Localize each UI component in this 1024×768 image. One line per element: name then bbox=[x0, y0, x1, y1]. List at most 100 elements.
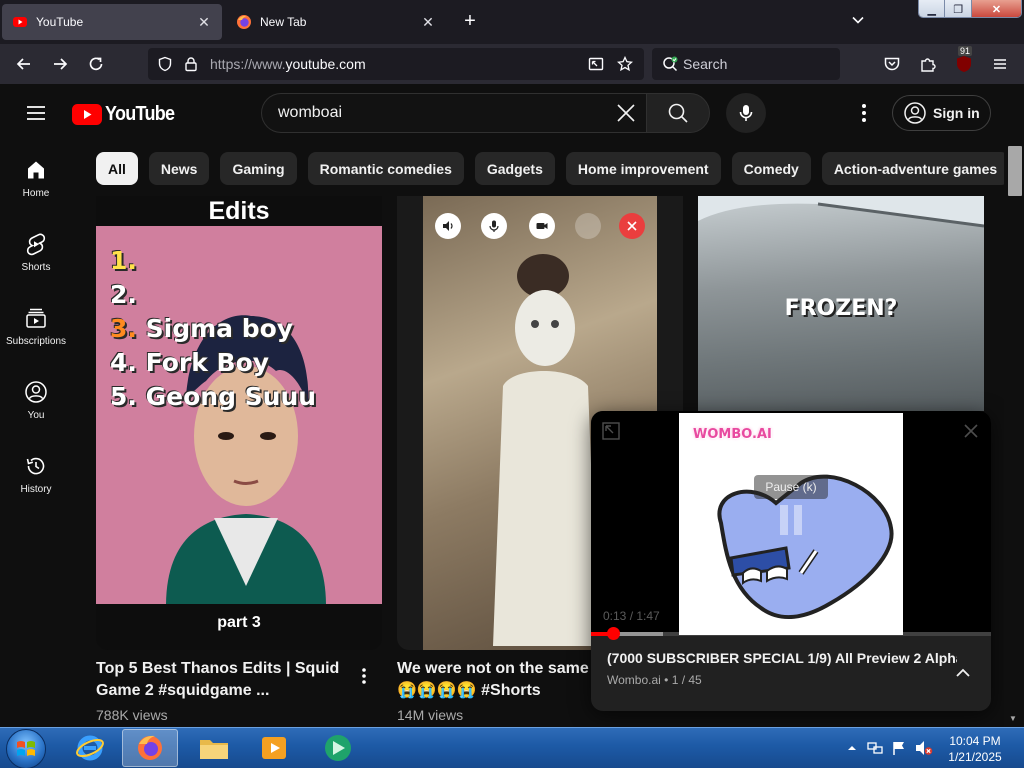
chip-action-adventure-games[interactable]: Action-adventure games bbox=[821, 152, 1010, 185]
window-restore-icon[interactable]: ❐ bbox=[945, 0, 972, 17]
window-minimize-icon[interactable]: ▁ bbox=[919, 0, 946, 17]
close-miniplayer-icon[interactable] bbox=[961, 421, 981, 441]
sidebar-item-label: History bbox=[20, 484, 52, 495]
taskbar-internet-explorer[interactable] bbox=[62, 729, 118, 767]
thumbnail-heading: Edits bbox=[208, 197, 270, 225]
new-tab-plus-icon[interactable]: + bbox=[458, 10, 482, 34]
media-player-icon bbox=[262, 737, 286, 759]
tab-new-tab[interactable]: New Tab ✕ bbox=[226, 4, 446, 40]
tracking-protection-shield-icon[interactable] bbox=[157, 56, 173, 72]
camera-icon bbox=[529, 213, 555, 239]
account-circle-icon bbox=[904, 102, 926, 124]
address-bar[interactable]: https://www.youtube.com bbox=[148, 48, 644, 80]
end-call-icon bbox=[619, 213, 645, 239]
chip-all[interactable]: All bbox=[96, 152, 138, 185]
pocket-icon[interactable] bbox=[880, 52, 904, 76]
video-title[interactable]: Top 5 Best Thanos Edits | Squid Game 2 #… bbox=[96, 658, 346, 702]
guide-mini-sidebar: Home Shorts Subscriptions You History bbox=[0, 142, 72, 512]
chip-gaming[interactable]: Gaming bbox=[220, 152, 297, 185]
window-close-icon[interactable]: ✕ bbox=[971, 0, 1021, 17]
guide-menu-icon[interactable] bbox=[24, 101, 48, 125]
network-icon[interactable] bbox=[867, 740, 883, 756]
more-actions-icon[interactable] bbox=[354, 666, 374, 686]
search-icon bbox=[668, 103, 688, 123]
call-microphone-icon bbox=[481, 213, 507, 239]
miniplayer-channel-line: Wombo.ai • 1 / 45 bbox=[607, 673, 702, 687]
youtube-search-button[interactable] bbox=[646, 93, 710, 133]
list-all-tabs-chevron-icon[interactable] bbox=[846, 10, 870, 34]
ranking-list: 1. 2. 3. Sigma boy 4. Fork Boy 5. Geong … bbox=[110, 246, 317, 411]
sign-in-button[interactable]: Sign in bbox=[892, 95, 991, 131]
sidebar-item-label: Subscriptions bbox=[5, 336, 67, 347]
taskbar-media-player[interactable] bbox=[246, 729, 302, 767]
chip-gadgets[interactable]: Gadgets bbox=[474, 152, 555, 185]
bookmark-star-icon[interactable] bbox=[617, 56, 633, 72]
chip-news[interactable]: News bbox=[148, 152, 210, 185]
search-engine-google-icon bbox=[663, 56, 678, 72]
settings-more-vert-icon[interactable] bbox=[852, 101, 876, 125]
sidebar-item-label: Shorts bbox=[21, 262, 51, 273]
tab-youtube[interactable]: YouTube ✕ bbox=[2, 4, 222, 40]
chip-romantic-comedies[interactable]: Romantic comedies bbox=[307, 152, 464, 185]
home-icon bbox=[28, 161, 44, 179]
youtube-logo[interactable]: YouTube bbox=[72, 102, 182, 126]
clear-search-x-icon[interactable] bbox=[614, 101, 638, 125]
extension-badge: 91 bbox=[958, 46, 973, 56]
sidebar-item-label: Home bbox=[22, 188, 50, 199]
app-menu-hamburger-icon[interactable] bbox=[988, 52, 1012, 76]
pause-icon[interactable] bbox=[776, 503, 806, 537]
browser-search-box[interactable]: Search bbox=[652, 48, 840, 80]
shorts-icon bbox=[26, 233, 46, 256]
taskbar-file-explorer[interactable] bbox=[186, 729, 242, 767]
sidebar-item-history[interactable]: History bbox=[0, 438, 72, 512]
sidebar-item-shorts[interactable]: Shorts bbox=[0, 216, 72, 290]
forward-arrow-icon[interactable] bbox=[48, 52, 72, 76]
close-tab-icon[interactable]: ✕ bbox=[420, 14, 436, 31]
chip-comedy[interactable]: Comedy bbox=[731, 152, 811, 185]
scroll-down-arrow-icon[interactable]: ▼ bbox=[1009, 714, 1017, 723]
video-frame: WOMBO.AI Pause (k) bbox=[679, 413, 903, 635]
miniplayer-title[interactable]: (7000 SUBSCRIBER SPECIAL 1/9) All Previe… bbox=[607, 650, 957, 666]
youtube-search-input[interactable] bbox=[278, 102, 608, 124]
reload-icon[interactable] bbox=[84, 52, 108, 76]
sidebar-item-you[interactable]: You bbox=[0, 364, 72, 438]
firefox-icon bbox=[138, 735, 162, 760]
tab-title: YouTube bbox=[36, 15, 84, 29]
green-app-icon bbox=[325, 735, 351, 761]
start-button[interactable] bbox=[6, 729, 46, 768]
miniplayer-video[interactable]: WOMBO.AI Pause (k) 0:13 / 1:47 bbox=[591, 411, 991, 636]
progress-bar[interactable] bbox=[591, 627, 991, 640]
lock-icon[interactable] bbox=[183, 56, 199, 72]
extensions-puzzle-icon[interactable] bbox=[916, 52, 940, 76]
page-scrollbar[interactable]: ▼ bbox=[1004, 142, 1024, 727]
miniplayer[interactable]: WOMBO.AI Pause (k) 0:13 / 1:47 (7000 SUB… bbox=[591, 411, 991, 711]
ublock-extension-icon[interactable]: 91 bbox=[952, 46, 976, 76]
taskbar-app[interactable] bbox=[310, 729, 366, 767]
voice-search-button[interactable] bbox=[726, 93, 766, 133]
browser-tab-strip: YouTube ✕ New Tab ✕ + ▁ ❐ ✕ bbox=[0, 0, 1024, 44]
screen: YouTube ✕ New Tab ✕ + ▁ ❐ ✕ https://www.… bbox=[0, 0, 1024, 768]
wombo-brand-logo: WOMBO.AI bbox=[693, 427, 772, 442]
sidebar-item-home[interactable]: Home bbox=[0, 142, 72, 216]
back-arrow-icon[interactable] bbox=[12, 52, 36, 76]
scrubber-handle[interactable] bbox=[607, 627, 620, 640]
video-thumbnail[interactable]: FROZEN? bbox=[698, 196, 984, 411]
chevron-up-icon[interactable] bbox=[953, 663, 973, 683]
sidebar-item-subscriptions[interactable]: Subscriptions bbox=[0, 290, 72, 364]
search-placeholder: Search bbox=[683, 56, 728, 72]
video-title[interactable]: We were not on the same p 😭😭😭😭 #Shorts bbox=[397, 658, 603, 702]
picture-in-picture-icon[interactable] bbox=[588, 56, 604, 72]
filter-chip-bar: All News Gaming Romantic comedies Gadget… bbox=[96, 152, 1010, 186]
scrollbar-thumb[interactable] bbox=[1008, 146, 1022, 196]
close-tab-icon[interactable]: ✕ bbox=[196, 14, 212, 31]
action-center-flag-icon[interactable] bbox=[891, 740, 907, 756]
taskbar-clock[interactable]: 10:04 PM 1/21/2025 bbox=[930, 733, 1020, 765]
firefox-favicon-icon bbox=[237, 15, 251, 29]
youtube-play-logo-icon bbox=[72, 103, 102, 125]
video-thumbnail[interactable]: Edits 1. 2. 3. Sigma boy 4. Fork Boy 5. bbox=[96, 196, 382, 650]
playlist-position: 1 / 45 bbox=[671, 673, 702, 687]
expand-miniplayer-icon[interactable] bbox=[601, 421, 621, 441]
taskbar-firefox[interactable] bbox=[122, 729, 178, 767]
chip-home-improvement[interactable]: Home improvement bbox=[565, 152, 721, 185]
show-hidden-icons-icon[interactable] bbox=[847, 743, 857, 753]
